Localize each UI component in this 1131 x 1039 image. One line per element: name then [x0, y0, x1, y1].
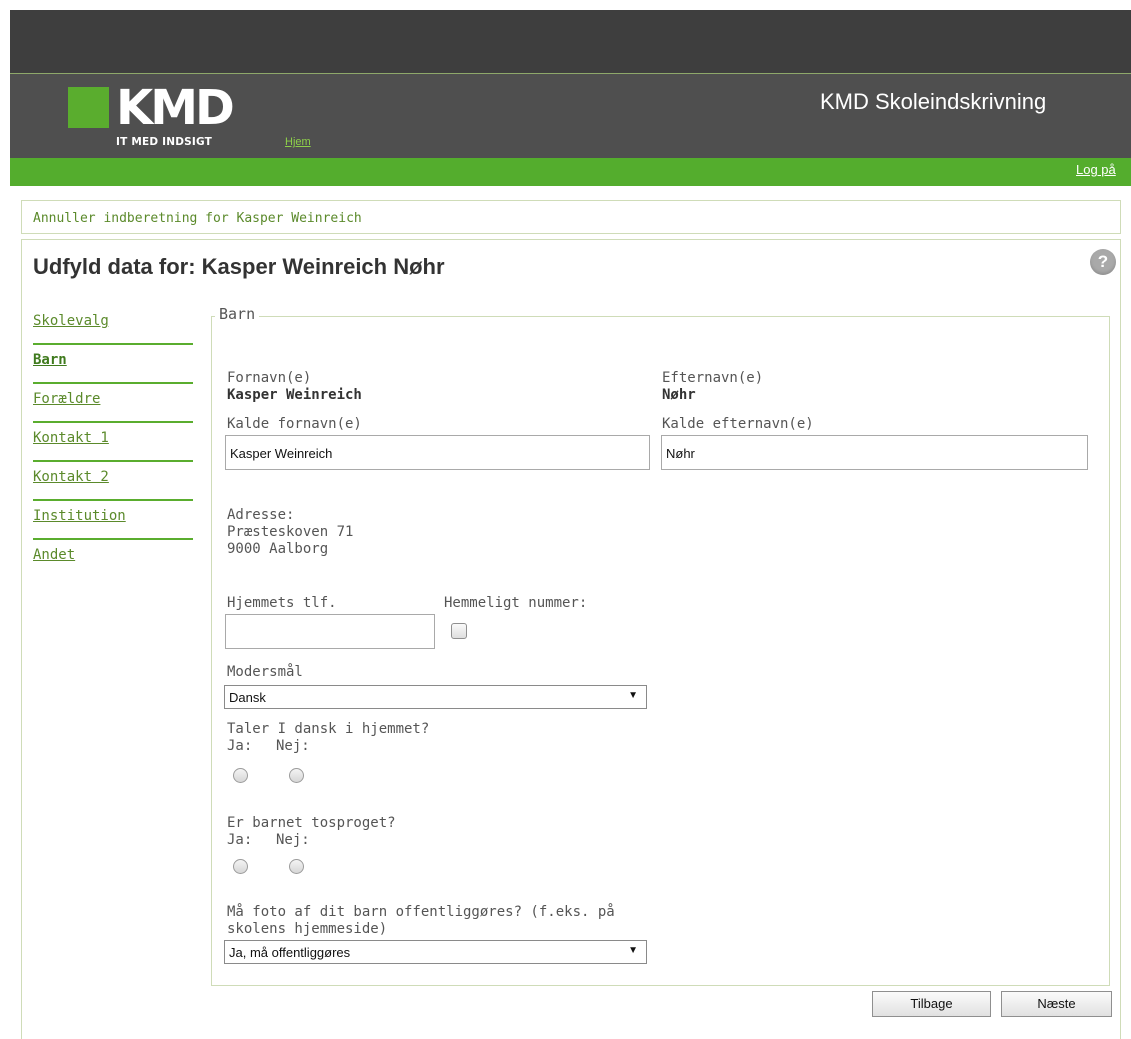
bilingual-no-radio[interactable] — [289, 859, 304, 874]
home-phone-input[interactable] — [225, 614, 435, 649]
call-first-name-input[interactable]: Kasper Weinreich — [225, 435, 650, 470]
app-title: KMD Skoleindskrivning — [820, 89, 1047, 114]
login-link[interactable]: Log på — [1076, 162, 1116, 177]
next-button[interactable]: Næste — [1001, 991, 1112, 1017]
bilingual-no-label: Nej: — [276, 832, 310, 848]
bilingual-yes-radio[interactable] — [233, 859, 248, 874]
nav-item-label: Forældre — [33, 391, 101, 407]
nav-item-label: Skolevalg — [33, 313, 109, 329]
secret-number-label: Hemmeligt nummer: — [444, 595, 588, 611]
nav-item-label: Barn — [33, 352, 67, 368]
mother-tongue-label: Modersmål — [227, 664, 303, 680]
mother-tongue-value: Dansk — [229, 690, 266, 705]
nav-item-kontakt-1[interactable]: Kontakt 1 — [33, 423, 193, 462]
fieldset-legend: Barn — [215, 305, 260, 323]
photo-consent-label-line1: Må foto af dit barn offentliggøres? (f.e… — [227, 904, 615, 920]
nav-item-foraeldre[interactable]: Forældre — [33, 384, 193, 423]
logo-tagline: IT MED INDSIGT — [116, 136, 212, 148]
kmd-logo: KMD — [116, 80, 235, 136]
nav-item-kontakt-2[interactable]: Kontakt 2 — [33, 462, 193, 501]
nav-item-label: Kontakt 1 — [33, 430, 109, 446]
secret-number-checkbox[interactable] — [451, 623, 467, 639]
top-band — [10, 10, 1131, 73]
bilingual-label: Er barnet tosproget? — [227, 815, 396, 831]
first-name-value: Kasper Weinreich — [227, 387, 362, 403]
photo-consent-label-line2: skolens hjemmeside) — [227, 921, 388, 937]
home-phone-label: Hjemmets tlf. — [227, 595, 337, 611]
last-name-label: Efternavn(e) — [662, 370, 764, 386]
nav-item-institution[interactable]: Institution — [33, 501, 193, 540]
cancel-registration-link[interactable]: Annuller indberetning for Kasper Weinrei… — [33, 211, 362, 226]
dropdown-arrow-icon: ▼ — [628, 690, 638, 701]
nav-item-andet[interactable]: Andet — [33, 540, 193, 579]
photo-consent-value: Ja, må offentliggøres — [229, 945, 351, 960]
danish-at-home-yes-label: Ja: — [227, 738, 253, 754]
nav-item-label: Kontakt 2 — [33, 469, 109, 485]
back-button[interactable]: Tilbage — [872, 991, 991, 1017]
nav-item-skolevalg[interactable]: Skolevalg — [33, 306, 193, 345]
nav-item-label: Andet — [33, 547, 76, 563]
nav-item-barn[interactable]: Barn — [33, 345, 193, 384]
address-street: Præsteskoven 71 — [227, 524, 354, 540]
last-name-value: Nøhr — [662, 387, 696, 403]
call-last-name-input[interactable]: Nøhr — [661, 435, 1088, 470]
first-name-label: Fornavn(e) — [227, 370, 312, 386]
call-first-name-label: Kalde fornavn(e) — [227, 416, 362, 432]
home-link[interactable]: Hjem — [285, 136, 311, 148]
kmd-logo-square — [68, 87, 109, 128]
address-label: Adresse: — [227, 507, 295, 523]
danish-at-home-no-radio[interactable] — [289, 768, 304, 783]
page-title: Udfyld data for: Kasper Weinreich Nøhr — [33, 254, 445, 279]
call-last-name-label: Kalde efternavn(e) — [662, 416, 814, 432]
mother-tongue-select[interactable]: Dansk ▼ — [224, 685, 647, 709]
help-icon[interactable]: ? — [1090, 249, 1116, 275]
nav-item-label: Institution — [33, 508, 126, 524]
bilingual-yes-label: Ja: — [227, 832, 253, 848]
danish-at-home-label: Taler I dansk i hjemmet? — [227, 721, 430, 737]
danish-at-home-no-label: Nej: — [276, 738, 310, 754]
danish-at-home-yes-radio[interactable] — [233, 768, 248, 783]
dropdown-arrow-icon: ▼ — [628, 945, 638, 956]
photo-consent-select[interactable]: Ja, må offentliggøres ▼ — [224, 940, 647, 964]
address-city: 9000 Aalborg — [227, 541, 329, 557]
green-nav-bar — [10, 158, 1131, 186]
